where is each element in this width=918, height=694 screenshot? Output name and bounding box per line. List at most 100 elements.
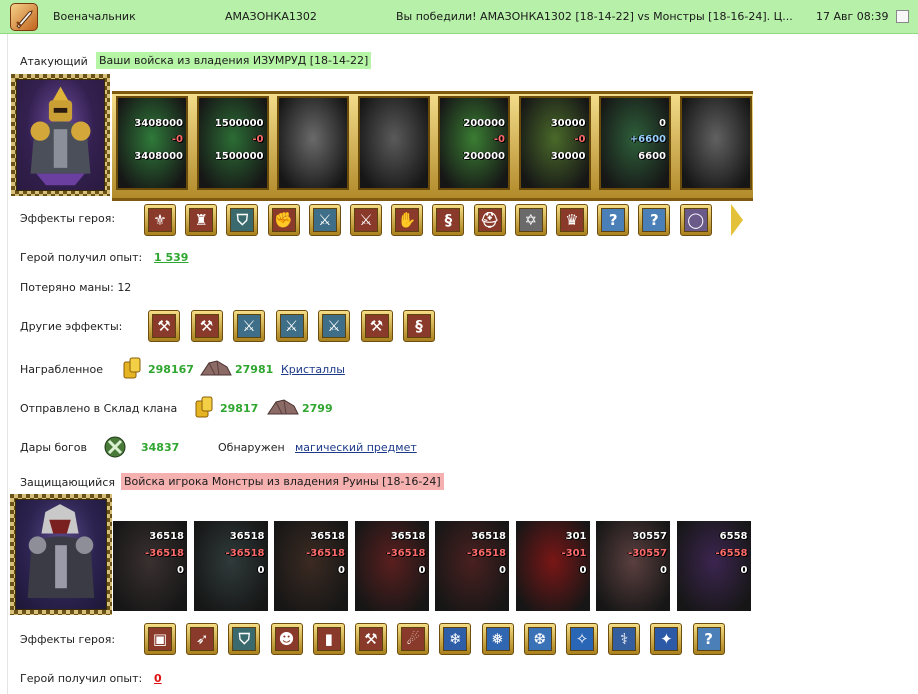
defender-unit-slot[interactable]: 36518 -36518 0 bbox=[113, 521, 187, 611]
unit-count-bottom: 1500000 bbox=[214, 151, 264, 162]
attacker-unit-slot[interactable] bbox=[277, 96, 349, 190]
unit-count-bottom: 6600 bbox=[638, 151, 666, 162]
effect-glyph: ? bbox=[601, 208, 626, 232]
effect-glyph: ⚜ bbox=[148, 208, 172, 232]
unit-count-mid: -36518 bbox=[306, 548, 345, 559]
sword-axe-icon[interactable]: ⚒ bbox=[148, 310, 180, 342]
frost-rune-icon[interactable]: ✦ bbox=[650, 623, 683, 655]
unit-count-bottom: 200000 bbox=[463, 151, 505, 162]
question-icon[interactable]: ? bbox=[597, 204, 630, 236]
effect-glyph: ⚒ bbox=[364, 314, 389, 338]
frost-armor-icon[interactable]: ❅ bbox=[481, 623, 514, 655]
defender-unit-slot[interactable]: 30557 -30557 0 bbox=[596, 521, 670, 611]
frost-staff-icon[interactable]: ⚕ bbox=[608, 623, 641, 655]
unit-count-bottom: 0 bbox=[660, 565, 667, 576]
loot-ore-value: 27981 bbox=[235, 363, 274, 376]
header-result[interactable]: Вы победили! АМАЗОНКА1302 [18-14-22] vs … bbox=[396, 10, 793, 23]
attacker-unit-slot[interactable]: 200000 -0 200000 bbox=[438, 96, 510, 190]
effect-glyph: ✊ bbox=[271, 208, 296, 232]
beast-icon[interactable]: ☄ bbox=[397, 623, 430, 655]
sword-axe-icon[interactable]: ⚒ bbox=[360, 310, 393, 342]
ore-icon bbox=[199, 357, 233, 382]
defender-label: Защищающийся bbox=[20, 476, 115, 489]
defender-unit-slot[interactable]: 36518 -36518 0 bbox=[274, 521, 348, 611]
hand-shield-icon[interactable]: ✊ bbox=[267, 204, 300, 236]
defender-exp-label: Герой получил опыт: bbox=[20, 672, 143, 685]
select-checkbox[interactable] bbox=[896, 10, 909, 23]
crown-icon[interactable]: ♛ bbox=[556, 204, 588, 236]
scroll-icon[interactable]: § bbox=[432, 204, 465, 236]
chest-icon[interactable]: ▣ bbox=[144, 623, 176, 655]
defender-unit-slot[interactable]: 6558 -6558 0 bbox=[676, 521, 751, 611]
hand-icon[interactable]: ✋ bbox=[391, 204, 424, 236]
sword-axe-icon[interactable]: ⚒ bbox=[190, 310, 223, 342]
face-icon[interactable]: ☻ bbox=[270, 623, 303, 655]
frost-icon[interactable]: ❄ bbox=[439, 623, 472, 655]
attacker-unit-slot[interactable]: 30000 -0 30000 bbox=[518, 96, 591, 190]
unit-count-mid: -0 bbox=[493, 134, 505, 145]
attacker-unit-slot[interactable] bbox=[679, 96, 752, 190]
helmet-cards-icon[interactable]: ♜ bbox=[185, 204, 218, 236]
unit-count-top: 36518 bbox=[229, 531, 265, 542]
top-bar: Военачальник АМАЗОНКА1302 Вы победили! А… bbox=[0, 0, 918, 34]
magic-item-link[interactable]: магический предмет bbox=[295, 441, 417, 454]
defender-unit-slot[interactable]: 36518 -36518 0 bbox=[193, 521, 268, 611]
attacker-exp-value[interactable]: 1 539 bbox=[154, 251, 188, 264]
sword-hand-icon[interactable]: ⚔ bbox=[350, 204, 382, 236]
sword-icon[interactable]: ⚔ bbox=[308, 204, 341, 236]
question-icon[interactable]: ? bbox=[638, 204, 671, 236]
hammers-icon[interactable]: ⚒ bbox=[355, 623, 387, 655]
effect-glyph: ❆ bbox=[527, 627, 552, 651]
attacker-unit-slot[interactable] bbox=[357, 96, 430, 190]
sword-icon[interactable]: ⚔ bbox=[233, 310, 265, 342]
defender-unit-slot[interactable]: 301 -301 0 bbox=[515, 521, 590, 611]
shield-icon[interactable]: ⛉ bbox=[228, 623, 261, 655]
frost-bolt-icon[interactable]: ✧ bbox=[566, 623, 598, 655]
gold-icon bbox=[194, 395, 214, 422]
attacker-unit-slot[interactable]: 1500000 -0 1500000 bbox=[196, 96, 269, 190]
clan-ore-value: 2799 bbox=[302, 402, 333, 415]
unit-count-mid: -0 bbox=[171, 134, 183, 145]
frost-chain-icon[interactable]: ❆ bbox=[523, 623, 556, 655]
attacker-effects-label: Эффекты героя: bbox=[20, 212, 116, 225]
attacker-army-tag: Ваши войска из владения ИЗУМРУД [18-14-2… bbox=[96, 52, 372, 69]
unit-count-bottom: 0 bbox=[499, 565, 506, 576]
defender-unit-slot[interactable]: 36518 -36518 0 bbox=[435, 521, 509, 611]
attacker-hero-portrait[interactable] bbox=[11, 74, 110, 196]
horn-shield-icon[interactable]: ⚜ bbox=[144, 204, 176, 236]
defender-hero-portrait[interactable] bbox=[10, 494, 112, 615]
ore-icon bbox=[266, 396, 300, 421]
header-title: Военачальник bbox=[53, 10, 136, 23]
sword-icon[interactable]: ⚔ bbox=[275, 310, 308, 342]
effect-glyph: ❄ bbox=[443, 627, 468, 651]
arrows-icon[interactable]: ➶ bbox=[186, 623, 219, 655]
unit-count-top: 0 bbox=[659, 118, 666, 129]
effect-glyph: ♛ bbox=[560, 208, 584, 232]
helmet-icon[interactable]: ⛑ bbox=[473, 204, 506, 236]
header-datetime: 17 Авг 08:39 bbox=[816, 10, 889, 23]
header-player[interactable]: АМАЗОНКА1302 bbox=[225, 10, 317, 23]
scroll-icon[interactable]: § bbox=[403, 310, 435, 342]
effect-glyph: § bbox=[407, 314, 431, 338]
effect-glyph: ⚔ bbox=[322, 314, 346, 338]
pillar-icon[interactable]: ▮ bbox=[312, 623, 345, 655]
effect-glyph: ? bbox=[642, 208, 667, 232]
unit-count-top: 36518 bbox=[149, 531, 184, 542]
effect-glyph: ⚒ bbox=[152, 314, 176, 338]
defender-unit-slot[interactable]: 36518 -36518 0 bbox=[354, 521, 429, 611]
question-icon[interactable]: ? bbox=[692, 623, 725, 655]
attacker-unit-slot[interactable]: 0 +6600 6600 bbox=[599, 96, 671, 190]
defender-exp-value[interactable]: 0 bbox=[154, 672, 162, 685]
unit-count-bottom: 0 bbox=[418, 565, 426, 576]
attacker-unit-slot[interactable]: 3408000 -0 3408000 bbox=[116, 96, 188, 190]
sword-logo-icon[interactable] bbox=[10, 3, 38, 31]
effect-glyph: ▣ bbox=[148, 627, 172, 651]
crystals-link[interactable]: Кристаллы bbox=[281, 363, 345, 376]
pentagram-icon[interactable]: ✡ bbox=[514, 204, 547, 236]
defender-army-tag: Войска игрока Монстры из владения Руины … bbox=[121, 473, 444, 490]
shield-icon[interactable]: ⛉ bbox=[226, 204, 259, 236]
unit-count-mid: -36518 bbox=[467, 548, 506, 559]
sword-icon[interactable]: ⚔ bbox=[318, 310, 350, 342]
ring-icon[interactable]: ◯ bbox=[679, 204, 712, 236]
scroll-right-arrow-icon[interactable] bbox=[731, 204, 743, 236]
